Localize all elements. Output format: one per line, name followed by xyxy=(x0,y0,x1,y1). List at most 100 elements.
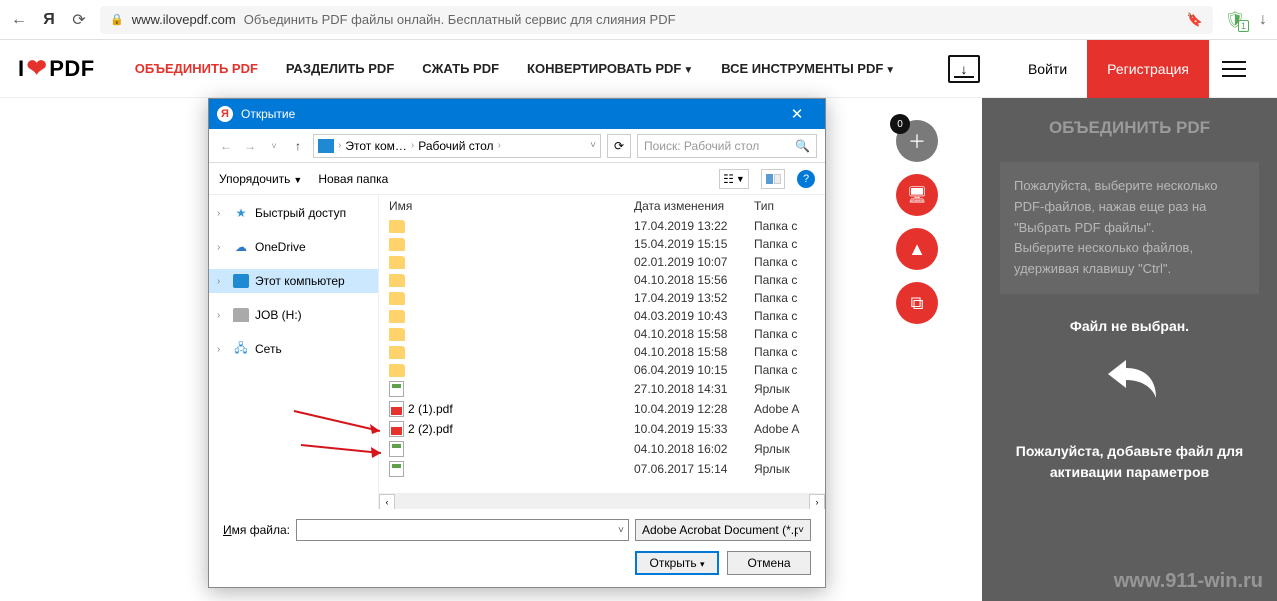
file-type-filter[interactable]: Adobe Acrobat Document (*.p…˅ xyxy=(635,519,811,541)
browser-toolbar: ← Я ⟳ 🔒 www.ilovepdf.com Объединить PDF … xyxy=(0,0,1277,40)
file-type: Папка с xyxy=(754,345,815,359)
nav-merge[interactable]: ОБЪЕДИНИТЬ PDF xyxy=(135,61,258,76)
file-date: 15.04.2019 15:15 xyxy=(634,237,754,251)
file-type: Ярлык xyxy=(754,442,815,456)
file-name: 2 (1).pdf xyxy=(408,402,453,416)
view-mode-button[interactable]: ☷▼ xyxy=(719,169,749,189)
dropbox-button[interactable]: ⧉ xyxy=(896,282,938,324)
file-type: Папка с xyxy=(754,291,815,305)
file-row[interactable]: 27.10.2018 14:31Ярлык xyxy=(379,379,825,399)
sidebar-network[interactable]: ›🖧Сеть xyxy=(209,337,378,361)
file-row[interactable]: 06.04.2019 10:15Папка с xyxy=(379,361,825,379)
nav-dropdown-icon[interactable]: ˅ xyxy=(265,141,283,151)
nav-forward-icon[interactable]: → xyxy=(241,139,259,153)
file-count-badge: 0 xyxy=(890,114,910,134)
file-row[interactable]: 07.06.2017 15:14Ярлык xyxy=(379,459,825,479)
register-button[interactable]: Регистрация xyxy=(1087,40,1209,98)
bookmark-icon[interactable]: 🔖 xyxy=(1187,12,1203,28)
file-type: Папка с xyxy=(754,219,815,233)
dialog-toolbar: Упорядочить▼ Новая папка ☷▼ ? xyxy=(209,163,825,195)
cloud-icon: ☁ xyxy=(233,240,249,254)
file-type: Adobe A xyxy=(754,422,815,436)
nav-convert[interactable]: КОНВЕРТИРОВАТЬ PDF▼ xyxy=(527,61,693,76)
dialog-search-input[interactable]: Поиск: Рабочий стол 🔍 xyxy=(637,134,817,158)
organize-button[interactable]: Упорядочить▼ xyxy=(219,172,302,186)
file-date: 10.04.2019 12:28 xyxy=(634,402,754,416)
upload-from-computer-button[interactable]: 🖥 xyxy=(896,174,938,216)
login-button[interactable]: Войти xyxy=(1008,40,1087,98)
new-folder-button[interactable]: Новая папка xyxy=(318,172,388,186)
file-date: 06.04.2019 10:15 xyxy=(634,363,754,377)
file-row[interactable]: 15.04.2019 15:15Папка с xyxy=(379,235,825,253)
drive-icon xyxy=(233,308,249,322)
shield-icon[interactable]: 🛡1 xyxy=(1225,10,1245,30)
lock-icon: 🔒 xyxy=(110,13,124,26)
folder-icon xyxy=(389,328,405,341)
file-row[interactable]: 02.01.2019 10:07Папка с xyxy=(379,253,825,271)
no-file-label: Файл не выбран. xyxy=(1000,318,1259,334)
file-row[interactable]: 2 (2).pdf10.04.2019 15:33Adobe A xyxy=(379,419,825,439)
file-row[interactable]: 17.04.2019 13:52Папка с xyxy=(379,289,825,307)
site-logo[interactable]: I ❤ PDF xyxy=(18,54,95,83)
open-button[interactable]: Открыть ▾ xyxy=(635,551,719,575)
file-row[interactable]: 04.03.2019 10:43Папка с xyxy=(379,307,825,325)
refresh-icon[interactable]: ⟳ xyxy=(607,134,631,158)
nav-back-icon[interactable]: ← xyxy=(217,139,235,153)
dialog-nav-row: ← → ˅ ↑ › Этот ком… › Рабочий стол › ˅ ⟳… xyxy=(209,129,825,163)
horizontal-scrollbar[interactable]: ‹ › xyxy=(379,493,825,509)
pdf-icon xyxy=(389,421,404,437)
sidebar-onedrive[interactable]: ›☁OneDrive xyxy=(209,235,378,259)
merge-options-panel: ОБЪЕДИНИТЬ PDF Пожалуйста, выберите неск… xyxy=(982,98,1277,601)
breadcrumb[interactable]: › Этот ком… › Рабочий стол › ˅ xyxy=(313,134,601,158)
google-drive-button[interactable]: ▲ xyxy=(896,228,938,270)
close-icon[interactable]: ✕ xyxy=(777,105,817,123)
file-row[interactable]: 04.10.2018 15:58Папка с xyxy=(379,343,825,361)
file-list-header[interactable]: Имя Дата изменения Тип xyxy=(379,195,825,217)
shortcut-icon xyxy=(389,381,404,397)
add-file-button[interactable]: ＋0 xyxy=(896,120,938,162)
computer-icon xyxy=(233,274,249,288)
url-title: Объединить PDF файлы онлайн. Бесплатный … xyxy=(244,12,676,27)
file-type: Папка с xyxy=(754,309,815,323)
address-bar[interactable]: 🔒 www.ilovepdf.com Объединить PDF файлы … xyxy=(100,6,1213,34)
file-name: 2 (2).pdf xyxy=(408,422,453,436)
file-type: Папка с xyxy=(754,327,815,341)
file-row[interactable]: 2 (1).pdf10.04.2019 12:28Adobe A xyxy=(379,399,825,419)
file-row[interactable]: 17.04.2019 13:22Папка с xyxy=(379,217,825,235)
sidebar-job-drive[interactable]: ›JOB (H:) xyxy=(209,303,378,327)
file-type: Ярлык xyxy=(754,382,815,396)
file-type: Папка с xyxy=(754,255,815,269)
file-row[interactable]: 04.10.2018 15:58Папка с xyxy=(379,325,825,343)
file-date: 04.10.2018 15:58 xyxy=(634,345,754,359)
sidebar-this-pc[interactable]: ›Этот компьютер xyxy=(209,269,378,293)
panel-title: ОБЪЕДИНИТЬ PDF xyxy=(1000,118,1259,138)
download-icon[interactable]: ↓ xyxy=(1259,11,1267,29)
reload-icon[interactable]: ⟳ xyxy=(70,11,88,29)
file-row[interactable]: 04.10.2018 16:02Ярлык xyxy=(379,439,825,459)
preview-pane-button[interactable] xyxy=(761,169,785,189)
chevron-down-icon: ˅ xyxy=(590,140,596,151)
file-row[interactable]: 04.10.2018 15:56Папка с xyxy=(379,271,825,289)
yandex-icon[interactable]: Я xyxy=(40,11,58,29)
filename-input[interactable]: ˅ xyxy=(296,519,629,541)
menu-icon[interactable] xyxy=(1209,40,1259,98)
star-icon: ★ xyxy=(233,206,249,220)
file-type: Папка с xyxy=(754,273,815,287)
sidebar-quick-access[interactable]: ›★Быстрый доступ xyxy=(209,201,378,225)
file-date: 04.03.2019 10:43 xyxy=(634,309,754,323)
scroll-left-icon: ‹ xyxy=(379,494,395,510)
nav-compress[interactable]: СЖАТЬ PDF xyxy=(422,61,499,76)
file-list: 17.04.2019 13:22Папка с15.04.2019 15:15П… xyxy=(379,217,825,493)
folder-icon xyxy=(389,364,405,377)
back-icon[interactable]: ← xyxy=(10,11,28,29)
nav-all-tools[interactable]: ВСЕ ИНСТРУМЕНТЫ PDF▼ xyxy=(721,61,895,76)
nav-up-icon[interactable]: ↑ xyxy=(289,139,307,153)
desktop-app-icon[interactable] xyxy=(948,55,980,83)
help-icon[interactable]: ? xyxy=(797,170,815,188)
nav-split[interactable]: РАЗДЕЛИТЬ PDF xyxy=(286,61,394,76)
cancel-button[interactable]: Отмена xyxy=(727,551,811,575)
folder-icon xyxy=(389,238,405,251)
dialog-title: Открытие xyxy=(241,107,295,121)
network-icon: 🖧 xyxy=(233,342,249,356)
scroll-right-icon: › xyxy=(809,494,825,510)
